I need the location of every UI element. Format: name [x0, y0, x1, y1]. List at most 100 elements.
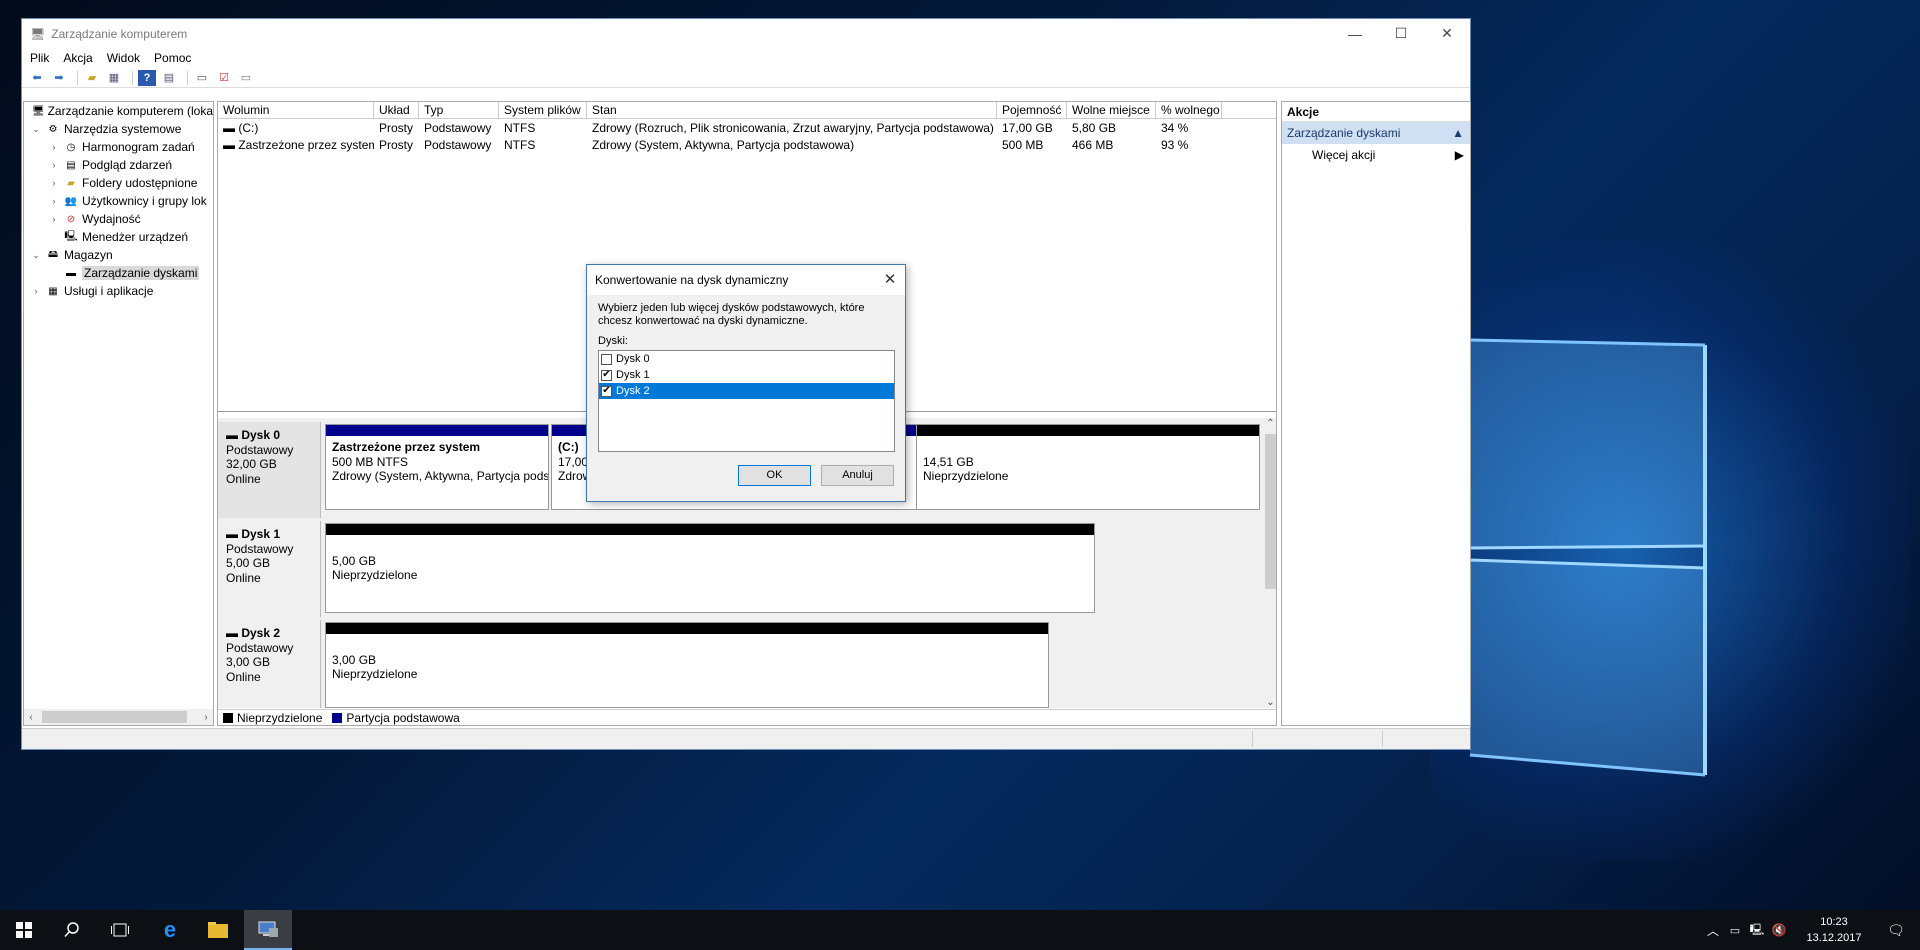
- disk-label[interactable]: ▬ Dysk 1 Podstawowy 5,00 GB Online: [218, 521, 321, 617]
- menu-help[interactable]: Pomoc: [154, 51, 191, 65]
- tree-shared-folders[interactable]: › ▰ Foldery udostępnione: [24, 174, 213, 192]
- disk-name: Dysk 2: [241, 626, 281, 640]
- checkbox-disk-2[interactable]: ✔: [601, 385, 612, 397]
- clock-date: 13.12.2017: [1806, 932, 1862, 944]
- network-icon[interactable]: 🖳: [1746, 921, 1768, 940]
- scrollbar-thumb[interactable]: [42, 711, 187, 723]
- battery-icon[interactable]: ▭: [1724, 924, 1746, 937]
- scroll-down-icon[interactable]: ⌄: [1263, 697, 1276, 708]
- tree-services[interactable]: › ▦ Usługi i aplikacje: [24, 282, 213, 300]
- menu-file[interactable]: Plik: [30, 51, 49, 65]
- properties-icon[interactable]: ▤: [160, 70, 178, 86]
- percent-free-cell: 93 %: [1161, 137, 1189, 152]
- disk-row: ▬ Dysk 2 Podstawowy 3,00 GB Online: [218, 620, 321, 708]
- checkbox-disk-1[interactable]: ✔: [601, 369, 612, 381]
- column-header[interactable]: % wolnego: [1156, 102, 1222, 119]
- file-explorer-icon[interactable]: [194, 910, 242, 950]
- show-hide-tree-icon[interactable]: ▦: [105, 70, 123, 86]
- tree-device-manager[interactable]: 🖳 Menedżer urządzeń: [24, 228, 213, 246]
- column-header[interactable]: Stan: [587, 102, 997, 119]
- dialog-title-bar[interactable]: Konwertowanie na dysk dynamiczny ✕: [587, 265, 905, 295]
- table-row[interactable]: ▬ Zastrzeżone przez system Prosty Podsta…: [218, 136, 1276, 153]
- column-header[interactable]: Typ: [419, 102, 499, 119]
- edge-icon[interactable]: e: [146, 910, 194, 950]
- list-item-disk-2[interactable]: ✔ Dysk 2: [599, 383, 894, 399]
- chevron-right-icon[interactable]: ›: [48, 142, 60, 152]
- more-actions-item[interactable]: Więcej akcji ▶: [1282, 144, 1470, 166]
- tree-storage[interactable]: ⌄ 🖴 Magazyn: [24, 246, 213, 264]
- tree-horizontal-scrollbar[interactable]: ‹ ›: [24, 709, 213, 725]
- tree-system-tools[interactable]: ⌄ ⚙ Narzędzia systemowe: [24, 120, 213, 138]
- help-icon[interactable]: ?: [138, 69, 156, 86]
- disk-label[interactable]: ▬ Dysk 0 Podstawowy 32,00 GB Online: [218, 422, 321, 518]
- disk-size: 3,00 GB: [226, 655, 271, 669]
- checkbox-disk-0[interactable]: [601, 353, 612, 365]
- chevron-right-icon[interactable]: ›: [48, 214, 60, 224]
- list-icon[interactable]: ▭: [237, 70, 255, 86]
- volume-cell: Zastrzeżone przez system: [238, 137, 374, 152]
- ok-button[interactable]: OK: [738, 465, 811, 486]
- partition-unallocated[interactable]: 3,00 GB Nieprzydzielone: [325, 622, 1049, 708]
- column-header[interactable]: Układ: [374, 102, 419, 119]
- list-item-disk-0[interactable]: Dysk 0: [599, 351, 894, 367]
- scrollbar-thumb[interactable]: [1265, 434, 1276, 589]
- legend: Nieprzydzielone Partycja podstawowa: [218, 709, 1276, 725]
- task-view-icon[interactable]: [96, 910, 144, 950]
- column-header[interactable]: Wolne miejsce: [1067, 102, 1156, 119]
- back-arrow-icon[interactable]: ⬅: [28, 70, 46, 86]
- chevron-right-icon[interactable]: ›: [48, 160, 60, 170]
- table-row[interactable]: ▬ (C:) Prosty Podstawowy NTFS Zdrowy (Ro…: [218, 119, 1276, 136]
- forward-arrow-icon[interactable]: ➡: [50, 70, 68, 86]
- partition-system-reserved[interactable]: Zastrzeżone przez system 500 MB NTFS Zdrow…: [325, 424, 549, 510]
- close-button[interactable]: ✕: [1424, 19, 1470, 48]
- title-bar[interactable]: 🖥 Zarządzanie komputerem ― ☐ ✕: [22, 19, 1470, 48]
- action-center-icon[interactable]: 🗨: [1872, 910, 1920, 950]
- chevron-right-icon[interactable]: ›: [48, 196, 60, 206]
- connect-icon[interactable]: ▭: [193, 70, 211, 86]
- scroll-up-icon[interactable]: ⌃: [1263, 418, 1276, 429]
- partition-size: 14,51 GB: [923, 454, 974, 469]
- tree-root[interactable]: 🖥 Zarządzanie komputerem (loka: [24, 102, 213, 120]
- search-icon[interactable]: [48, 910, 96, 950]
- tree-users[interactable]: › 👥 Użytkownicy i grupy lok: [24, 192, 213, 210]
- chevron-up-icon[interactable]: ︿: [1702, 922, 1724, 939]
- clock[interactable]: 10:23 13.12.2017: [1800, 914, 1868, 946]
- chevron-down-icon[interactable]: ⌄: [30, 250, 42, 261]
- list-item-label: Dysk 0: [616, 353, 650, 365]
- tree-performance[interactable]: › ⊘ Wydajność: [24, 210, 213, 228]
- scroll-left-icon[interactable]: ‹: [24, 712, 38, 723]
- volume-muted-icon[interactable]: 🔇: [1768, 923, 1790, 937]
- column-header[interactable]: Pojemność: [997, 102, 1067, 119]
- capacity-cell: 500 MB: [1002, 137, 1044, 152]
- chevron-right-icon[interactable]: ›: [30, 286, 42, 296]
- maximize-button[interactable]: ☐: [1378, 19, 1424, 48]
- column-header[interactable]: System plików: [499, 102, 587, 119]
- check-icon[interactable]: ☑: [215, 70, 233, 86]
- volume-icon: ▬: [223, 137, 239, 152]
- column-header[interactable]: Wolumin: [218, 102, 374, 119]
- chevron-down-icon[interactable]: ⌄: [30, 124, 42, 135]
- actions-section-disk-management[interactable]: Zarządzanie dyskami ▲: [1282, 122, 1470, 144]
- disk-label[interactable]: ▬ Dysk 2 Podstawowy 3,00 GB Online: [218, 620, 321, 708]
- partition-unallocated[interactable]: 5,00 GB Nieprzydzielone: [325, 523, 1095, 613]
- up-folder-icon[interactable]: ▰: [83, 70, 101, 86]
- scroll-right-icon[interactable]: ›: [199, 712, 213, 723]
- disk-row: ▬ Dysk 1 Podstawowy 5,00 GB Online: [218, 521, 321, 617]
- windows-start-icon[interactable]: [0, 910, 48, 950]
- cancel-button[interactable]: Anuluj: [821, 465, 894, 486]
- tree-task-scheduler[interactable]: › ◷ Harmonogram zadań: [24, 138, 213, 156]
- toolbar: ⬅ ➡ ▰ ▦ ? ▤ ▭ ☑ ▭: [22, 68, 1470, 88]
- collapse-up-icon[interactable]: ▲: [1452, 122, 1464, 144]
- list-item-disk-1[interactable]: ✔ Dysk 1: [599, 367, 894, 383]
- disk-view-vertical-scrollbar[interactable]: ⌃ ⌄: [1263, 418, 1276, 708]
- tree-disk-management[interactable]: ▬ Zarządzanie dyskami: [24, 264, 213, 282]
- menu-view[interactable]: Widok: [107, 51, 140, 65]
- shared-folder-icon: ▰: [67, 177, 75, 189]
- menu-action[interactable]: Akcja: [63, 51, 92, 65]
- computer-management-icon[interactable]: [244, 910, 292, 950]
- dialog-close-button[interactable]: ✕: [875, 265, 905, 295]
- tree-event-viewer[interactable]: › ▤ Podgląd zdarzeń: [24, 156, 213, 174]
- chevron-right-icon[interactable]: ›: [48, 178, 60, 188]
- partition-unallocated[interactable]: 14,51 GB Nieprzydzielone: [916, 424, 1260, 510]
- minimize-button[interactable]: ―: [1332, 19, 1378, 48]
